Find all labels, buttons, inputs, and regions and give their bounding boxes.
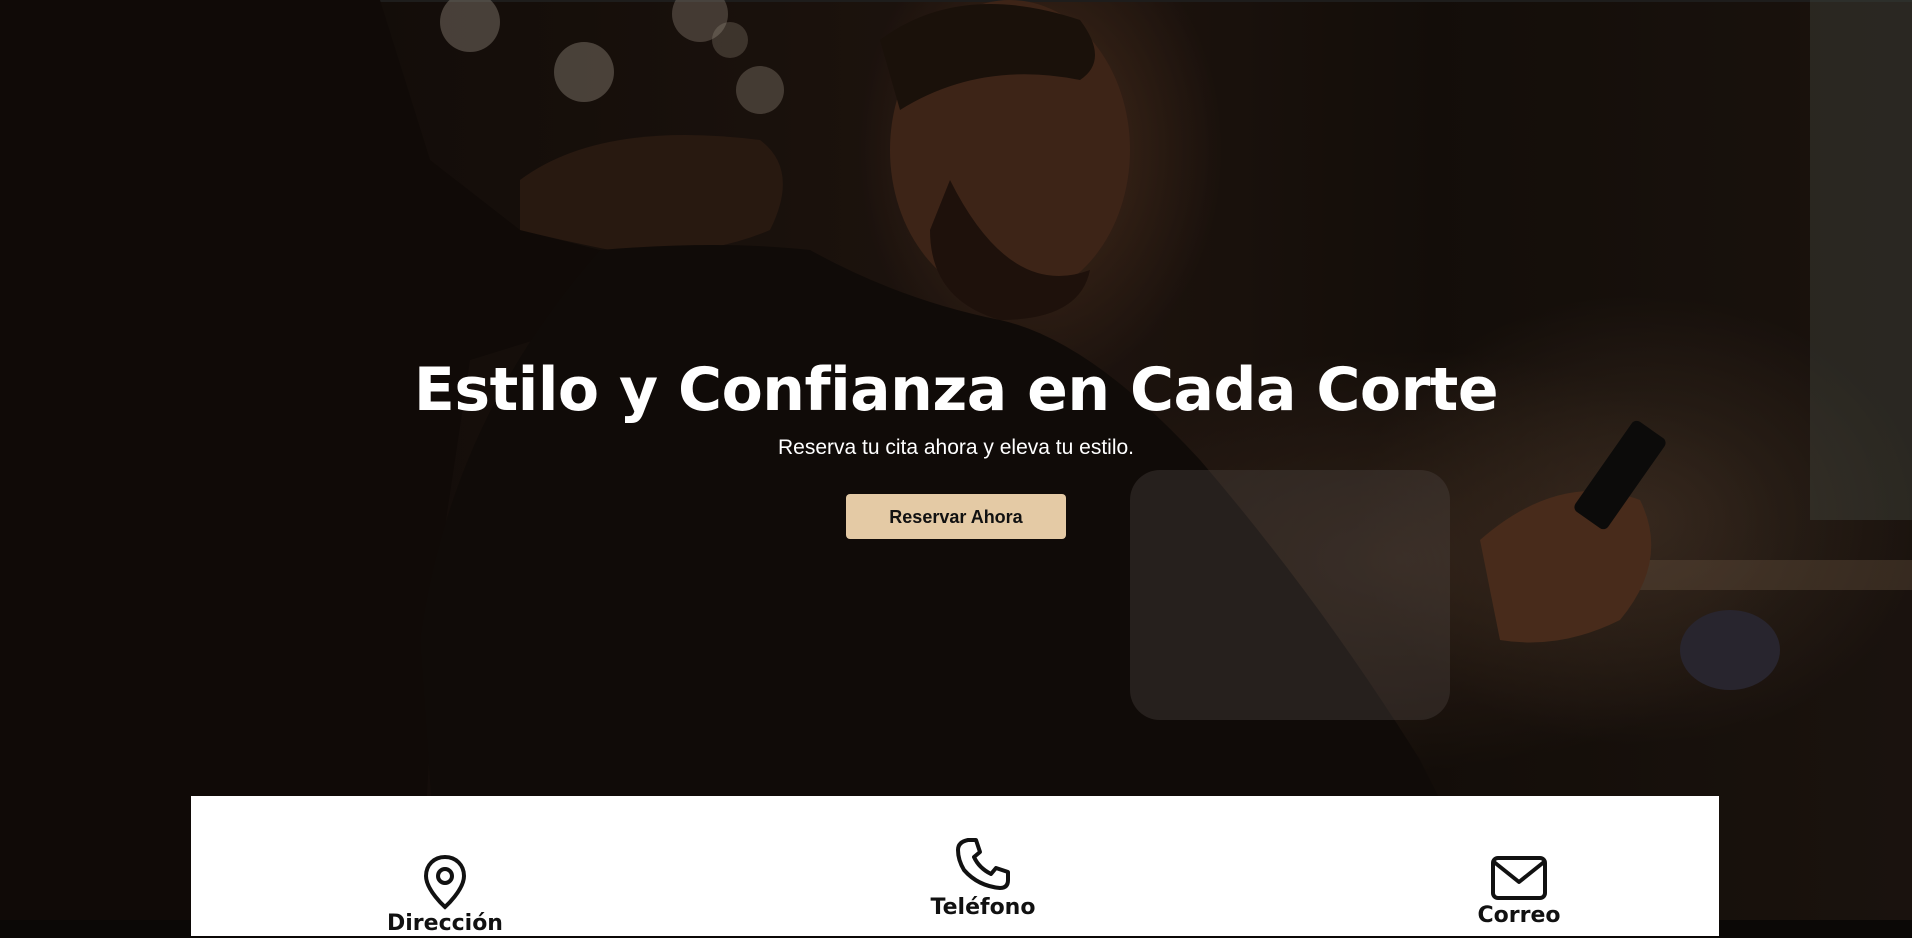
info-label-address: Dirección: [387, 911, 503, 936]
book-now-button[interactable]: Reservar Ahora: [846, 494, 1066, 539]
phone-icon: [833, 836, 1133, 894]
info-item-address[interactable]: Dirección: [295, 854, 595, 938]
info-label-phone: Teléfono: [930, 895, 1036, 920]
mail-icon: [1369, 854, 1669, 902]
hero-content: Estilo y Confianza en Cada Corte Reserva…: [0, 352, 1912, 539]
hero-subtitle: Reserva tu cita ahora y eleva tu estilo.: [777, 436, 1134, 459]
info-label-email: Correo: [1477, 903, 1561, 928]
hero-title: Estilo y Confianza en Cada Corte: [413, 355, 1499, 425]
contact-info-card: Dirección Teléfono Correo: [191, 796, 1719, 936]
location-pin-icon: [295, 854, 595, 910]
hero-section: Estilo y Confianza en Cada Corte Reserva…: [0, 0, 1912, 920]
info-item-phone[interactable]: Teléfono: [833, 836, 1133, 922]
info-item-email[interactable]: Correo: [1369, 854, 1669, 930]
